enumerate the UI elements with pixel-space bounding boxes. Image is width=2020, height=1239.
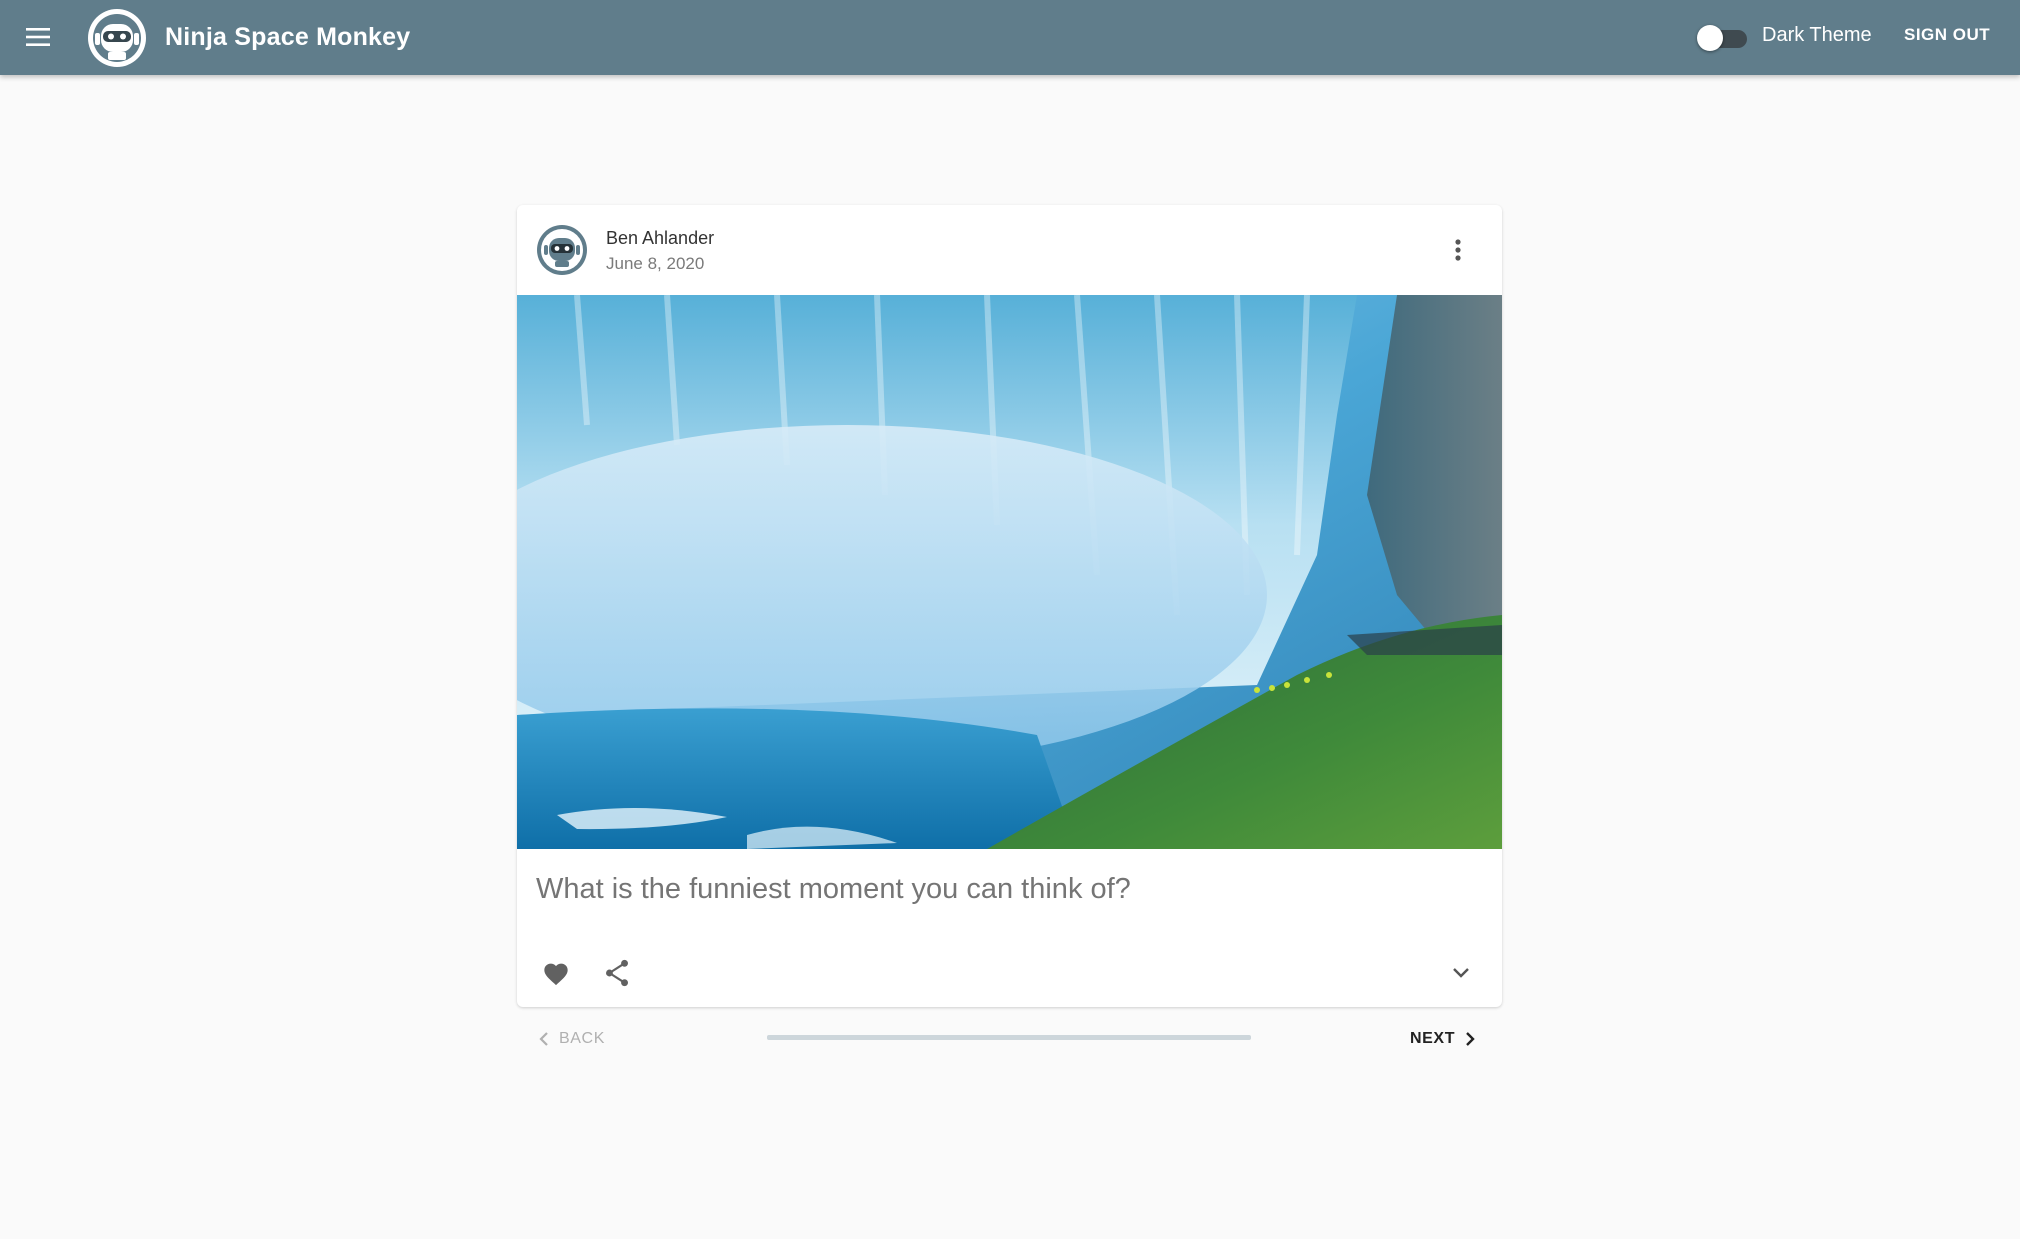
author-avatar-icon[interactable] (536, 224, 588, 276)
app-title: Ninja Space Monkey (165, 23, 411, 51)
share-icon (606, 959, 628, 987)
next-label: NEXT (1410, 1030, 1456, 1047)
next-button[interactable]: NEXT (1410, 1022, 1477, 1056)
progress-bar (767, 1035, 1251, 1040)
more-vert-icon (1455, 239, 1461, 261)
back-label: BACK (559, 1030, 605, 1047)
robot-logo-icon[interactable] (86, 7, 148, 69)
post-image (517, 295, 1502, 849)
dark-theme-toggle[interactable] (1697, 20, 1749, 56)
chevron-right-icon (1466, 1032, 1475, 1046)
back-button[interactable]: BACK (537, 1022, 605, 1056)
post-card: Ben Ahlander June 8, 2020 What is the fu… (517, 205, 1502, 1007)
sign-out-button[interactable]: SIGN OUT (1890, 14, 2004, 56)
post-question: What is the funniest moment you can thin… (536, 873, 1131, 905)
toggle-thumb (1697, 25, 1723, 51)
dark-theme-label: Dark Theme (1762, 24, 1872, 46)
menu-button[interactable] (16, 14, 62, 60)
menu-icon (26, 28, 50, 46)
chevron-down-icon (1453, 968, 1469, 978)
post-date: June 8, 2020 (606, 254, 705, 273)
like-button[interactable] (533, 950, 579, 996)
expand-button[interactable] (1438, 950, 1484, 996)
card-header: Ben Ahlander June 8, 2020 (517, 205, 1502, 295)
heart-icon (544, 963, 568, 986)
chevron-left-icon (539, 1032, 548, 1046)
app-bar: Ninja Space Monkey Dark Theme SIGN OUT (0, 0, 2020, 75)
author-name: Ben Ahlander (606, 228, 715, 248)
more-options-button[interactable] (1438, 230, 1478, 270)
share-button[interactable] (594, 950, 640, 996)
post-stepper: BACK NEXT (517, 1015, 1502, 1063)
card-actions (517, 950, 1502, 1000)
